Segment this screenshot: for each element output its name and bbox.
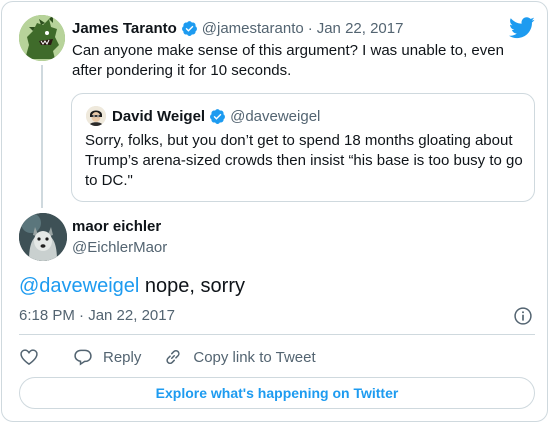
main-tweet-text: @daveweigel nope, sorry bbox=[19, 273, 245, 299]
tweet-timestamp[interactable]: 6:18 PM · Jan 22, 2017 bbox=[19, 307, 175, 324]
godzilla-avatar-icon bbox=[19, 15, 65, 61]
separator-dot: · bbox=[307, 19, 313, 37]
parent-tweet-text: Can anyone make sense of this argument? … bbox=[72, 42, 504, 79]
person-avatar-icon bbox=[86, 106, 106, 126]
quoted-tweet[interactable]: David Weigel @daveweigel Sorry, folks, b… bbox=[71, 93, 535, 202]
copy-link-button[interactable]: Copy link to Tweet bbox=[163, 347, 316, 367]
copy-link-label: Copy link to Tweet bbox=[193, 348, 316, 366]
like-button[interactable] bbox=[19, 347, 39, 367]
divider bbox=[19, 334, 535, 335]
dog-avatar-icon bbox=[19, 213, 67, 261]
reply-icon bbox=[74, 349, 92, 366]
explore-twitter-button[interactable]: Explore what's happening on Twitter bbox=[19, 377, 535, 409]
info-icon[interactable] bbox=[513, 306, 533, 326]
verified-badge-icon bbox=[181, 20, 197, 36]
tweet-embed-card: James Taranto @jamestaranto · Jan 22, 20… bbox=[1, 1, 548, 422]
mention-link[interactable]: @daveweigel bbox=[19, 275, 139, 297]
verified-badge-icon bbox=[210, 108, 226, 124]
tweet-actions: Reply Copy link to Tweet bbox=[19, 346, 316, 368]
quoted-author-avatar bbox=[86, 106, 106, 126]
quoted-author-handle: @daveweigel bbox=[230, 107, 321, 125]
main-tweet-body: nope, sorry bbox=[139, 275, 245, 297]
main-author-name[interactable]: maor eichler bbox=[72, 218, 161, 235]
quoted-tweet-text: Sorry, folks, but you don’t get to spend… bbox=[85, 132, 523, 189]
parent-tweet-header: James Taranto @jamestaranto · Jan 22, 20… bbox=[72, 18, 403, 38]
main-author-avatar[interactable] bbox=[19, 213, 67, 261]
parent-author-handle[interactable]: @jamestaranto bbox=[202, 20, 304, 37]
parent-tweet-date[interactable]: Jan 22, 2017 bbox=[317, 20, 404, 37]
parent-author-avatar[interactable] bbox=[19, 15, 65, 61]
reply-label: Reply bbox=[103, 348, 142, 366]
thread-connector-line bbox=[41, 65, 43, 208]
quoted-tweet-header: David Weigel @daveweigel bbox=[112, 106, 320, 126]
link-icon bbox=[166, 349, 180, 365]
quoted-author-name[interactable]: David Weigel bbox=[112, 108, 205, 125]
parent-author-name[interactable]: James Taranto bbox=[72, 20, 177, 37]
heart-icon bbox=[20, 349, 38, 366]
twitter-bird-icon[interactable] bbox=[509, 17, 535, 39]
main-author-handle[interactable]: @EichlerMaor bbox=[72, 239, 167, 256]
reply-button[interactable]: Reply bbox=[73, 347, 141, 367]
